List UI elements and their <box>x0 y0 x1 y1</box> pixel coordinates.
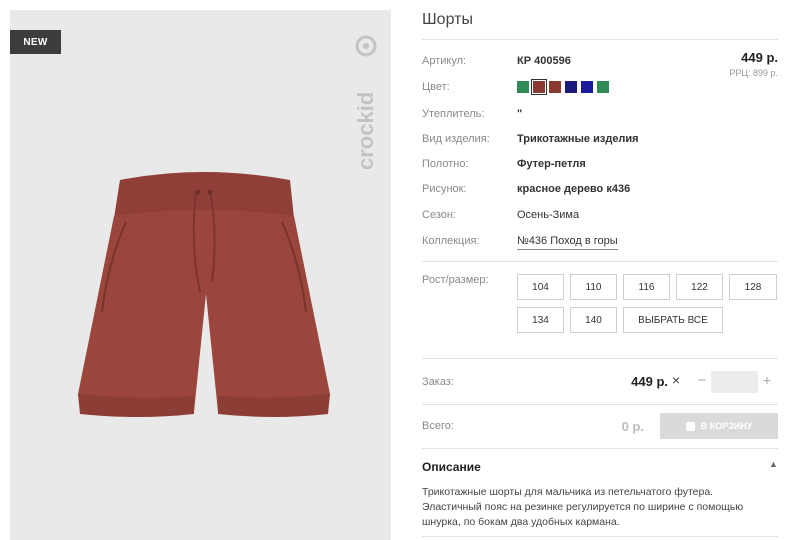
total-label: Всего: <box>422 420 454 432</box>
quantity-input[interactable] <box>711 371 758 393</box>
insulation-label: Утеплитель: <box>422 108 485 120</box>
size-option[interactable]: 128 <box>729 274 777 300</box>
pattern-value: красное дерево к436 <box>517 183 631 195</box>
insulation-value: " <box>517 108 523 120</box>
collection-link[interactable]: №436 Поход в горы <box>517 235 618 250</box>
season-value: Осень-Зима <box>517 209 580 221</box>
description-title[interactable]: Описание <box>422 460 481 474</box>
product-price: 449 р. <box>741 50 778 65</box>
order-label: Заказ: <box>422 376 454 388</box>
divider <box>422 536 778 537</box>
recommended-price: РРЦ: 899 р. <box>729 68 778 78</box>
total-value: 0 р. <box>621 419 644 434</box>
color-swatch[interactable] <box>581 81 593 93</box>
collapse-icon[interactable]: ▲ <box>769 459 778 469</box>
size-option[interactable]: 134 <box>517 307 564 333</box>
increase-quantity-button[interactable]: + <box>760 372 774 388</box>
multiply-sign: × <box>672 372 681 388</box>
cart-icon <box>685 421 695 431</box>
size-option[interactable]: 116 <box>623 274 670 300</box>
shorts-photo <box>78 172 330 417</box>
color-label: Цвет: <box>422 81 450 93</box>
article-value: КР 400596 <box>517 55 571 67</box>
divider <box>422 448 778 449</box>
color-swatch[interactable] <box>549 81 561 93</box>
new-badge: NEW <box>10 30 61 54</box>
color-swatch[interactable] <box>517 81 529 93</box>
color-swatch[interactable] <box>597 81 609 93</box>
divider <box>422 39 778 40</box>
color-swatch[interactable] <box>531 79 547 95</box>
divider <box>422 358 778 359</box>
color-swatch[interactable] <box>565 81 577 93</box>
product-image[interactable]: NEW crockid <box>10 10 391 540</box>
type-value: Трикотажные изделия <box>517 133 639 145</box>
pattern-label: Рисунок: <box>422 183 467 195</box>
size-option[interactable]: 110 <box>570 274 617 300</box>
size-option[interactable]: 140 <box>570 307 617 333</box>
fabric-label: Полотно: <box>422 158 469 170</box>
brand-logo: crockid <box>353 35 378 170</box>
divider <box>422 404 778 405</box>
type-label: Вид изделия: <box>422 133 490 145</box>
size-label: Рост/размер: <box>422 274 489 286</box>
size-option[interactable]: 104 <box>517 274 564 300</box>
select-all-sizes-button[interactable]: ВЫБРАТЬ ВСЕ <box>623 307 723 333</box>
decrease-quantity-button[interactable]: − <box>695 372 709 389</box>
color-swatches <box>517 79 609 95</box>
divider <box>422 261 778 262</box>
product-title: Шорты <box>422 11 473 28</box>
brand-logo-text: crockid <box>353 92 378 170</box>
order-price: 449 р. <box>631 374 668 389</box>
fabric-value: Футер-петля <box>517 158 586 170</box>
article-label: Артикул: <box>422 55 467 67</box>
collection-label: Коллекция: <box>422 235 480 247</box>
add-to-cart-label: В КОРЗИНУ <box>700 421 753 431</box>
season-label: Сезон: <box>422 209 456 221</box>
add-to-cart-button[interactable]: В КОРЗИНУ <box>660 413 778 439</box>
size-option[interactable]: 122 <box>676 274 723 300</box>
description-text: Трикотажные шорты для мальчика из петель… <box>422 486 744 528</box>
